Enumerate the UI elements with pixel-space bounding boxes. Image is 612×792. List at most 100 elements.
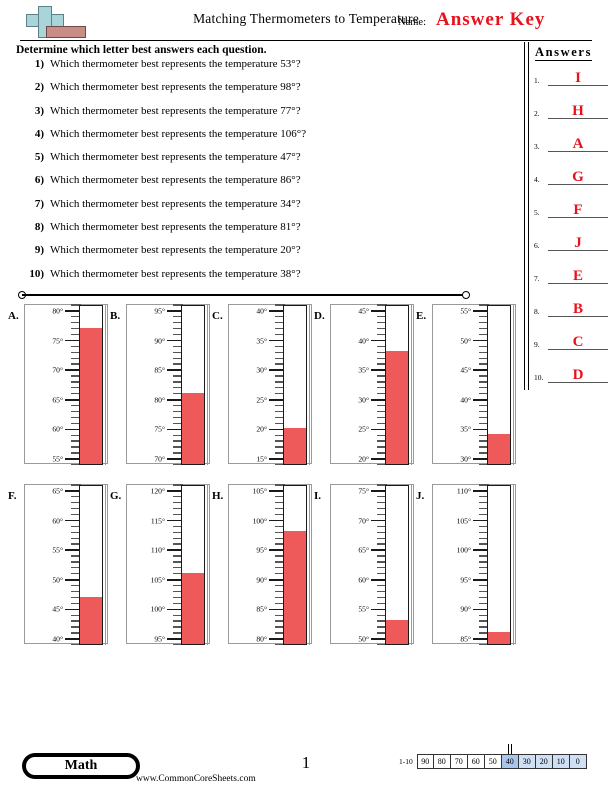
answer-number: 3. xyxy=(534,142,540,151)
thermometer-scale-label: 40° xyxy=(256,306,267,316)
thermometer-outer-edge xyxy=(411,485,412,645)
thermometer-scale-label: 95° xyxy=(256,545,267,555)
thermometer-scale-label: 60° xyxy=(52,516,63,526)
question-number: 1) xyxy=(34,58,44,70)
thermometer-b[interactable]: B. 95° 90° 85° 80° 75° 70° xyxy=(110,304,212,468)
thermometer-d[interactable]: D. 45° 40° 35° 30° 25° 20° xyxy=(314,304,416,468)
question-item: 2) Which thermometer best represents the … xyxy=(0,81,520,104)
question-number: 7) xyxy=(34,197,44,210)
thermometer-outer-edge xyxy=(309,305,310,465)
answer-row[interactable]: 7. E xyxy=(534,268,608,284)
thermometer-scale-label: 35° xyxy=(358,365,369,375)
question-number: 10) xyxy=(29,267,44,280)
question-item: 1) Which thermometer best represents the … xyxy=(0,58,520,81)
thermometer-tube xyxy=(181,305,205,465)
answer-number: 8. xyxy=(534,307,540,316)
thermometer-scale-label: 85° xyxy=(154,365,165,375)
thermometer-scale-label: 15° xyxy=(256,454,267,464)
thermometer-scale-label: 85° xyxy=(460,634,471,644)
thermometer-scale-label: 45° xyxy=(460,365,471,375)
thermometer-body: 105° 100° 95° 90° 85° 80° xyxy=(228,484,312,646)
thermometer-letter: I. xyxy=(314,490,322,502)
question-number: 5) xyxy=(34,151,44,164)
answer-row[interactable]: 6. J xyxy=(534,235,608,251)
thermometer-scale: 45° 40° 35° 30° 25° 20° xyxy=(331,304,387,466)
score-cell: 90 xyxy=(416,754,434,769)
answer-row[interactable]: 1. I xyxy=(534,70,608,86)
thermometer-scale-label: 35° xyxy=(460,424,471,434)
thermometer-scale-label: 50° xyxy=(52,575,63,585)
answer-blank-line xyxy=(548,184,608,185)
thermometer-c[interactable]: C. 40° 35° 30° 25° 20° 15° xyxy=(212,304,314,468)
thermometer-letter: A. xyxy=(8,310,19,322)
answer-blank-line xyxy=(548,217,608,218)
thermometer-letter: F. xyxy=(8,490,17,502)
score-range-label: 1-10 xyxy=(399,757,413,766)
answer-row[interactable]: 8. B xyxy=(534,301,608,317)
thermometer-body: 45° 40° 35° 30° 25° 20° xyxy=(330,304,414,466)
thermometer-body: 55° 50° 45° 40° 35° 30° xyxy=(432,304,516,466)
thermometer-scale-label: 105° xyxy=(456,516,471,526)
thermometer-body: 75° 70° 65° 60° 55° 50° xyxy=(330,484,414,646)
thermometer-scale-label: 60° xyxy=(358,575,369,585)
thermometer-e[interactable]: E. 55° 50° 45° 40° 35° 30° xyxy=(416,304,518,468)
thermometer-tube xyxy=(487,305,511,465)
thermometer-scale-label: 90° xyxy=(256,575,267,585)
thermometer-scale-label: 40° xyxy=(358,336,369,346)
thermometer-tube xyxy=(283,305,307,465)
answer-row[interactable]: 2. H xyxy=(534,103,608,119)
answer-row[interactable]: 5. F xyxy=(534,202,608,218)
score-cell: 10 xyxy=(552,754,570,769)
thermometer-letter: D. xyxy=(314,310,325,322)
question-text: Which thermometer best represents the te… xyxy=(50,81,301,94)
thermometer-scale-label: 20° xyxy=(358,454,369,464)
answer-blank-line xyxy=(548,250,608,251)
question-number: 6) xyxy=(34,174,44,187)
thermometer-g[interactable]: G. 120° 115° 110° 105° 100° 95° xyxy=(110,484,212,648)
thermometer-scale-label: 65° xyxy=(52,395,63,405)
thermometer-scale-label: 55° xyxy=(52,545,63,555)
question-number: 3) xyxy=(34,104,44,117)
thermometer-h[interactable]: H. 105° 100° 95° 90° 85° 80° xyxy=(212,484,314,648)
answer-number: 5. xyxy=(534,208,540,217)
thermometer-scale: 55° 50° 45° 40° 35° 30° xyxy=(433,304,489,466)
thermometer-f[interactable]: F. 65° 60° 55° 50° 45° 40° xyxy=(8,484,110,648)
thermometer-i[interactable]: I. 75° 70° 65° 60° 55° 50° xyxy=(314,484,416,648)
website-url: www.CommonCoreSheets.com xyxy=(136,774,256,784)
thermometer-scale-label: 25° xyxy=(358,424,369,434)
question-item: 3) Which thermometer best represents the … xyxy=(0,105,520,128)
thermometer-grid: A. 80° 75° 70° 65° 60° 55° B. 95° 90° 85° 80° 75° 70°… xyxy=(0,300,520,660)
thermometer-letter: J. xyxy=(416,490,425,502)
thermometer-scale-label: 80° xyxy=(52,306,63,316)
answer-row[interactable]: 9. C xyxy=(534,334,608,350)
thermometer-letter: H. xyxy=(212,490,224,502)
thermometer-body: 80° 75° 70° 65° 60° 55° xyxy=(24,304,108,466)
thermometer-scale-label: 95° xyxy=(154,306,165,316)
answer-number: 9. xyxy=(534,340,540,349)
thermometer-letter: G. xyxy=(110,490,122,502)
question-item: 5) Which thermometer best represents the … xyxy=(0,151,520,174)
question-item: 7) Which thermometer best represents the … xyxy=(0,198,520,221)
answer-row[interactable]: 10. D xyxy=(534,367,608,383)
answer-number: 10. xyxy=(534,373,544,382)
score-pointer-right xyxy=(511,744,512,754)
thermometer-scale: 75° 70° 65° 60° 55° 50° xyxy=(331,484,387,646)
thermometer-scale-label: 55° xyxy=(358,604,369,614)
answer-blank-line xyxy=(548,316,608,317)
thermometer-scale-label: 75° xyxy=(52,336,63,346)
question-item: 8) Which thermometer best represents the … xyxy=(0,221,520,244)
answer-row[interactable]: 3. A xyxy=(534,136,608,152)
thermometer-scale-label: 100° xyxy=(150,604,165,614)
thermometer-a[interactable]: A. 80° 75° 70° 65° 60° 55° xyxy=(8,304,110,468)
question-item: 10) Which thermometer best represents the… xyxy=(0,268,520,291)
thermometer-tube xyxy=(283,485,307,645)
score-cell: 20 xyxy=(535,754,553,769)
thermometer-scale-label: 105° xyxy=(252,486,267,496)
thermometer-j[interactable]: J. 110° 105° 100° 95° 90° 85° xyxy=(416,484,518,648)
thermometer-scale-label: 65° xyxy=(52,486,63,496)
answer-row[interactable]: 4. G xyxy=(534,169,608,185)
thermometer-tube xyxy=(79,305,103,465)
thermometer-scale-label: 40° xyxy=(460,395,471,405)
thermometer-tube xyxy=(79,485,103,645)
thermometer-scale-label: 95° xyxy=(460,575,471,585)
